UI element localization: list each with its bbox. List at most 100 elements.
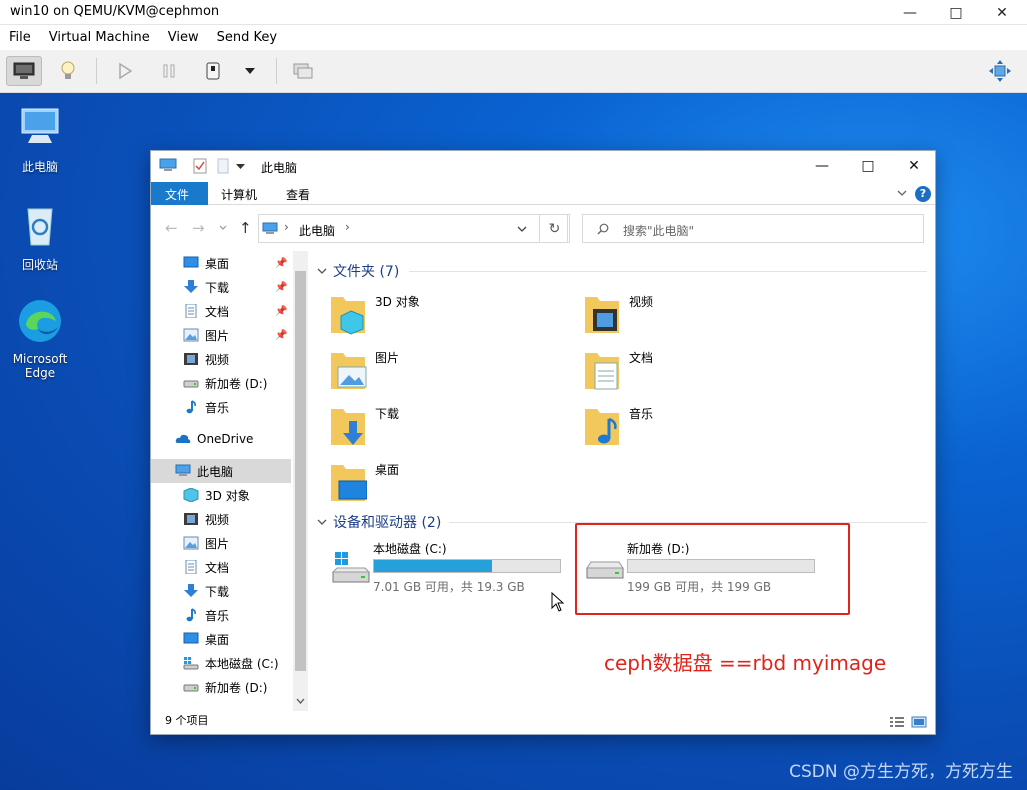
desktop-icon-recycle-bin[interactable]: 回收站 bbox=[4, 201, 76, 273]
desktop-icon-label: 回收站 bbox=[21, 258, 58, 272]
tab-computer[interactable]: 计算机 bbox=[207, 182, 271, 205]
new-folder-icon[interactable] bbox=[217, 158, 229, 174]
minimize-button[interactable]: — bbox=[887, 0, 933, 25]
folder-downloads[interactable]: 下载 bbox=[329, 401, 569, 451]
tab-file[interactable]: 文件 bbox=[151, 182, 208, 205]
details-view-button[interactable] bbox=[50, 56, 86, 86]
nav-item-videos[interactable]: 视频 bbox=[151, 347, 291, 371]
pause-button[interactable] bbox=[151, 56, 187, 86]
chevron-down-icon[interactable] bbox=[296, 698, 305, 705]
explorer-minimize-button[interactable]: — bbox=[799, 151, 845, 181]
drive-c[interactable]: 本地磁盘 (C:) 7.01 GB 可用，共 19.3 GB bbox=[323, 540, 573, 600]
explorer-maximize-button[interactable]: □ bbox=[845, 151, 891, 181]
folder-music[interactable]: 音乐 bbox=[583, 401, 823, 451]
nav-item-music[interactable]: 音乐 bbox=[151, 395, 291, 419]
nav-item-desktop[interactable]: 桌面 bbox=[151, 627, 291, 651]
nav-item-pictures[interactable]: 图片 📌 bbox=[151, 323, 291, 347]
nav-item-videos[interactable]: 视频 bbox=[151, 507, 291, 531]
watermark: CSDN @方生方死，方死方生 bbox=[789, 762, 1013, 782]
address-input[interactable]: › 此电脑 › bbox=[258, 214, 568, 243]
folder-documents-icon bbox=[585, 353, 619, 390]
search-icon bbox=[597, 223, 609, 235]
desktop-icon-this-pc[interactable]: 此电脑 bbox=[4, 103, 76, 175]
computer-icon bbox=[159, 158, 177, 171]
chevron-down-icon bbox=[245, 68, 255, 74]
chevron-down-icon[interactable] bbox=[897, 190, 907, 197]
nav-scrollbar[interactable] bbox=[293, 251, 308, 711]
shutdown-menu-button[interactable] bbox=[232, 56, 268, 86]
folder-documents[interactable]: 文档 bbox=[583, 345, 823, 395]
lightbulb-icon bbox=[61, 61, 75, 79]
console-view-button[interactable] bbox=[6, 56, 42, 86]
music-note-icon bbox=[186, 608, 196, 622]
power-icon bbox=[206, 62, 220, 80]
explorer-titlebar: 此电脑 — □ ✕ bbox=[151, 151, 935, 181]
snapshot-button[interactable] bbox=[285, 56, 321, 86]
back-arrow-icon[interactable]: ← bbox=[165, 219, 178, 237]
nav-item-this-pc[interactable]: 此电脑 bbox=[151, 459, 291, 483]
tab-view[interactable]: 查看 bbox=[272, 182, 324, 205]
nav-item-downloads[interactable]: 下载 📌 bbox=[151, 275, 291, 299]
address-text: 此电脑 bbox=[299, 224, 336, 238]
fullscreen-icon bbox=[989, 60, 1011, 82]
drive-label: 本地磁盘 (C:) bbox=[373, 542, 447, 556]
fullscreen-button[interactable] bbox=[982, 56, 1018, 86]
folder-video-icon bbox=[585, 297, 619, 333]
breadcrumb-separator-icon[interactable]: › bbox=[345, 220, 350, 234]
menu-virtual-machine[interactable]: Virtual Machine bbox=[40, 26, 159, 50]
nav-item-desktop[interactable]: 桌面 📌 bbox=[151, 251, 291, 275]
nav-item-onedrive[interactable]: OneDrive bbox=[151, 427, 291, 451]
menu-send-key[interactable]: Send Key bbox=[208, 26, 286, 50]
pin-icon[interactable]: 📌 bbox=[275, 306, 287, 317]
run-button[interactable] bbox=[107, 56, 143, 86]
scroll-thumb[interactable] bbox=[295, 271, 306, 671]
maximize-button[interactable]: □ bbox=[933, 0, 979, 25]
desktop-icon-edge[interactable]: Microsoft Edge bbox=[4, 297, 76, 380]
refresh-button[interactable]: ↻ bbox=[539, 214, 570, 243]
devices-group-header[interactable]: 设备和驱动器 (2) bbox=[317, 512, 441, 532]
up-arrow-icon[interactable]: ↑ bbox=[239, 219, 252, 237]
nav-item-3d-objects[interactable]: 3D 对象 bbox=[151, 483, 291, 507]
help-icon[interactable]: ? bbox=[915, 186, 931, 202]
nav-item-label: 音乐 bbox=[205, 400, 230, 415]
close-button[interactable]: ✕ bbox=[979, 0, 1025, 25]
nav-item-music[interactable]: 音乐 bbox=[151, 603, 291, 627]
nav-item-pictures[interactable]: 图片 bbox=[151, 531, 291, 555]
menu-file[interactable]: File bbox=[0, 26, 40, 50]
folder-label: 3D 对象 bbox=[375, 295, 420, 309]
desktop-icon bbox=[183, 632, 199, 644]
pin-icon[interactable]: 📌 bbox=[275, 330, 287, 341]
nav-item-documents[interactable]: 文档 bbox=[151, 555, 291, 579]
explorer-close-button[interactable]: ✕ bbox=[891, 151, 937, 181]
folder-pictures[interactable]: 图片 bbox=[329, 345, 569, 395]
ribbon-tabs: 文件 计算机 查看 ? bbox=[151, 182, 935, 205]
annotation-text: ceph数据盘 ==rbd myimage bbox=[604, 651, 887, 675]
folder-pictures-icon bbox=[331, 353, 367, 389]
nav-item-documents[interactable]: 文档 📌 bbox=[151, 299, 291, 323]
shutdown-button[interactable] bbox=[195, 56, 231, 86]
folder-3d-objects[interactable]: 3D 对象 bbox=[329, 289, 569, 339]
search-input[interactable]: 搜索"此电脑" bbox=[582, 214, 924, 243]
drive-icon bbox=[183, 684, 199, 692]
vm-menubar: File Virtual Machine View Send Key bbox=[0, 26, 1027, 50]
chevron-down-icon[interactable] bbox=[517, 226, 527, 233]
chevron-down-icon[interactable] bbox=[236, 163, 245, 170]
nav-item-volume-d[interactable]: 新加卷 (D:) bbox=[151, 371, 291, 395]
nav-item-local-disk-c[interactable]: 本地磁盘 (C:) bbox=[151, 651, 291, 675]
pin-icon[interactable]: 📌 bbox=[275, 258, 287, 269]
folder-desktop[interactable]: 桌面 bbox=[329, 457, 569, 507]
nav-item-downloads[interactable]: 下载 bbox=[151, 579, 291, 603]
nav-item-volume-d[interactable]: 新加卷 (D:) bbox=[151, 675, 291, 699]
details-view-icon[interactable] bbox=[889, 716, 905, 728]
chevron-down-icon[interactable] bbox=[219, 225, 227, 231]
tiles-view-icon[interactable] bbox=[911, 716, 927, 728]
folders-group-header[interactable]: 文件夹 (7) bbox=[317, 261, 399, 281]
properties-icon[interactable] bbox=[193, 158, 207, 174]
menu-view[interactable]: View bbox=[159, 26, 208, 50]
nav-item-label: 文档 bbox=[205, 304, 230, 319]
nav-item-label: 图片 bbox=[205, 536, 230, 551]
forward-arrow-icon[interactable]: → bbox=[192, 219, 205, 237]
pin-icon[interactable]: 📌 bbox=[275, 282, 287, 293]
download-arrow-icon bbox=[184, 584, 198, 597]
folder-videos[interactable]: 视频 bbox=[583, 289, 823, 339]
